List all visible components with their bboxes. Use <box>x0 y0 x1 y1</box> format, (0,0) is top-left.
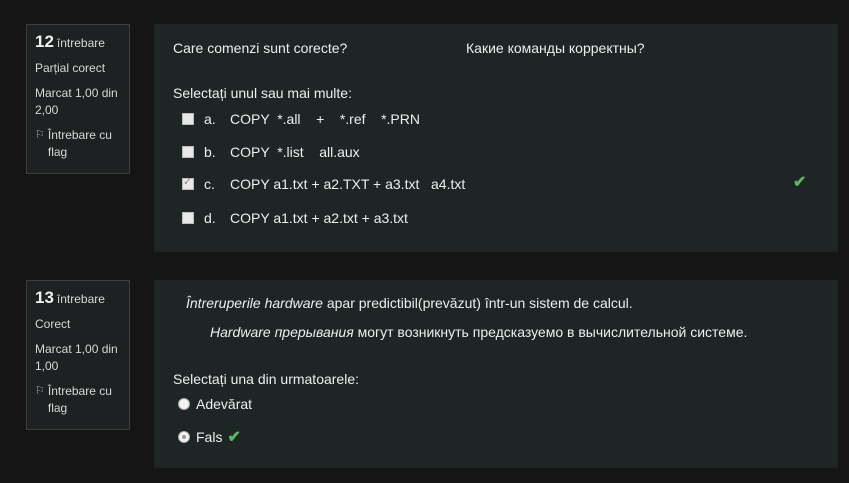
question-word: întrebare <box>56 36 105 50</box>
checkbox[interactable] <box>182 113 194 125</box>
checkbox[interactable] <box>182 175 194 190</box>
option-text: COPY *.all + *.ref *.PRN <box>230 111 420 127</box>
option-adevarat[interactable]: Adevărat <box>178 396 252 412</box>
flag-label: Întrebare cu flag <box>47 128 112 159</box>
question-word: întrebare <box>56 292 105 306</box>
answer-prompt: Selectați una din urmatoarele: <box>173 371 359 387</box>
question-number: 12 <box>35 32 54 51</box>
option-text: COPY a1.txt + a2.TXT + a3.txt a4.txt <box>230 176 466 192</box>
option-fals[interactable]: Fals ✔ <box>178 427 241 447</box>
answer-prompt: Selectați unul sau mai multe: <box>173 85 352 101</box>
checkbox[interactable] <box>182 146 194 158</box>
question-info-12: 12 întrebare Parțial corect Marcat 1,00 d… <box>26 24 130 174</box>
option-letter: a. <box>204 111 216 127</box>
question-mark: Marcat 1,00 din 1,00 <box>35 342 118 373</box>
question-text-ru-rest: могут возникнуть предсказуемо в вычислит… <box>353 324 748 340</box>
flag-question-link[interactable]: ⚐ Întrebare cu flag <box>35 127 121 161</box>
question-content-12: Care comenzi sunt corecte? Какие команды… <box>154 24 838 252</box>
question-text-ru: Hardware прерывания могут возникнуть пре… <box>210 324 747 340</box>
question-text-ro-italic: Întreruperile hardware <box>186 295 323 311</box>
option-c[interactable]: c. COPY a1.txt + a2.TXT + a3.txt a4.txt <box>182 175 466 192</box>
option-b[interactable]: b. COPY *.list all.aux <box>182 144 360 160</box>
option-text: Fals <box>196 429 223 445</box>
flag-question-link[interactable]: ⚐ Întrebare cu flag <box>35 383 121 417</box>
option-letter: d. <box>204 210 216 226</box>
option-text: COPY *.list all.aux <box>230 144 360 160</box>
option-text: COPY a1.txt + a2.txt + a3.txt <box>230 210 408 226</box>
question-number: 13 <box>35 288 54 307</box>
question-text-ru-italic: Hardware прерывания <box>210 324 354 340</box>
question-status: Parțial corect <box>35 61 106 75</box>
flag-icon: ⚐ <box>35 385 45 397</box>
question-text-ro: Care comenzi sunt corecte? <box>173 40 348 56</box>
checkbox[interactable] <box>182 212 194 224</box>
radio-button[interactable] <box>178 431 190 443</box>
question-text-ro: Întreruperile hardware apar predictibil(… <box>186 295 633 311</box>
question-mark: Marcat 1,00 din 2,00 <box>35 86 118 117</box>
option-letter: c. <box>204 176 215 192</box>
option-a[interactable]: a. COPY *.all + *.ref *.PRN <box>182 111 420 127</box>
question-content-13: Întreruperile hardware apar predictibil(… <box>154 280 838 468</box>
option-letter: b. <box>204 144 216 160</box>
question-text-ro-rest: apar predictibil(prevăzut) într-un siste… <box>322 295 633 311</box>
radio-button[interactable] <box>178 398 190 410</box>
question-status: Corect <box>35 317 71 331</box>
question-info-13: 13 întrebare Corect Marcat 1,00 din 1,00 … <box>26 280 130 430</box>
check-icon: ✔ <box>793 174 807 191</box>
option-text: Adevărat <box>196 396 253 412</box>
flag-icon: ⚐ <box>35 129 45 141</box>
option-d[interactable]: d. COPY a1.txt + a2.txt + a3.txt <box>182 210 408 226</box>
question-text-ru: Какие команды корректны? <box>466 40 645 56</box>
check-icon: ✔ <box>227 429 241 446</box>
flag-label: Întrebare cu flag <box>47 384 112 415</box>
